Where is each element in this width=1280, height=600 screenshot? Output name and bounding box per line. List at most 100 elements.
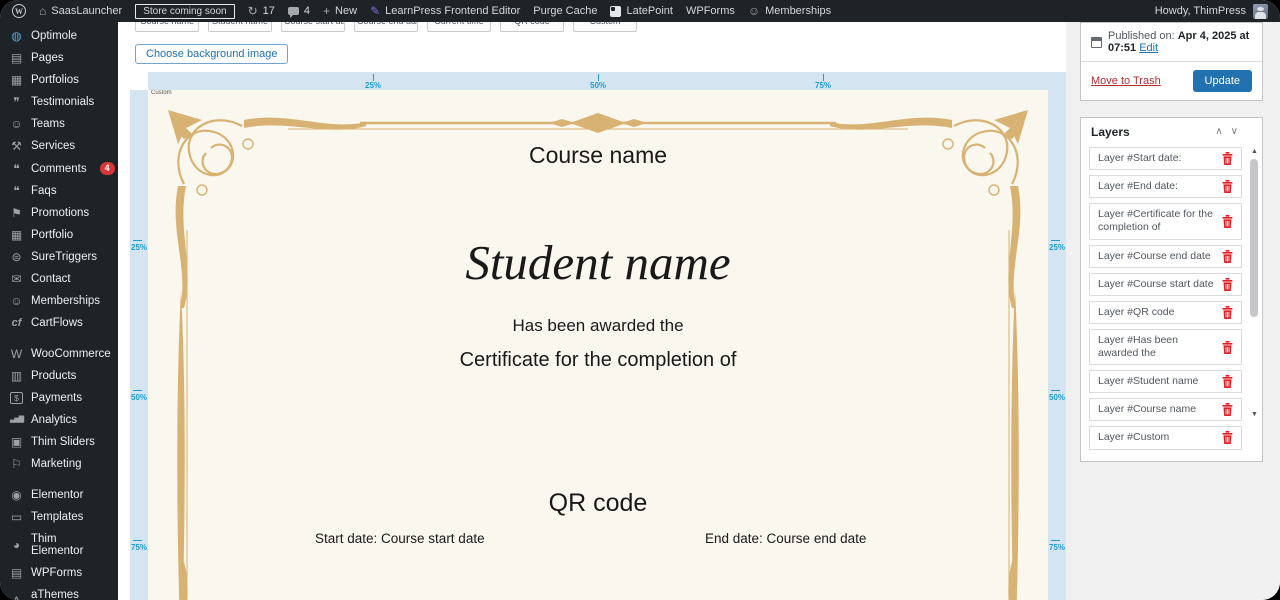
sidebar-item[interactable]: ▦ Portfolio <box>0 224 118 246</box>
sidebar-item-icon: ☺ <box>10 295 23 307</box>
ruler-label-25: 25% <box>365 81 381 90</box>
sidebar-item-label: Payments <box>31 392 82 404</box>
sidebar-item[interactable]: ▦ Portfolios <box>0 69 118 91</box>
scroll-up-arrow-icon[interactable]: ▲ <box>1249 148 1260 155</box>
scroll-down-arrow-icon[interactable]: ▼ <box>1249 411 1260 418</box>
site-name: SaasLauncher <box>51 5 122 17</box>
sidebar-item[interactable]: A aThemes Addons <box>0 584 118 600</box>
layer-row-label: Layer #End date: <box>1098 180 1216 193</box>
delete-layer-icon[interactable] <box>1222 431 1233 444</box>
sidebar-item[interactable]: ▃▅▇ Analytics <box>0 409 118 431</box>
comments-link[interactable]: 4 <box>288 5 310 17</box>
sidebar-item-icon: ⚒ <box>10 140 23 152</box>
layer-row[interactable]: Layer #Course name <box>1089 398 1242 421</box>
sidebar-item[interactable]: ◍ Optimole <box>0 25 118 47</box>
layers-scrollbar[interactable]: ▲ ▼ <box>1249 148 1260 418</box>
sidebar-item-icon: ⊜ <box>10 251 23 263</box>
sidebar-item[interactable]: ⚑ Promotions <box>0 202 118 224</box>
site-name-link[interactable]: ⌂ SaasLauncher <box>39 5 122 17</box>
sidebar-item[interactable]: ❝ Comments 4 <box>0 157 118 180</box>
layer-row[interactable]: Layer #Custom <box>1089 426 1242 449</box>
delete-layer-icon[interactable] <box>1222 306 1233 319</box>
sidebar-item[interactable]: ▤ WPForms <box>0 562 118 584</box>
sidebar-item[interactable]: ⚒ Services <box>0 135 118 157</box>
update-button[interactable]: Update <box>1193 70 1252 92</box>
layer-row-label: Layer #Custom <box>1098 431 1216 444</box>
sidebar-item[interactable]: W WooCommerce <box>0 343 118 365</box>
delete-layer-icon[interactable] <box>1222 375 1233 388</box>
wp-admin-bar: W ⌂ SaasLauncher Store coming soon ↻ 17 … <box>0 0 1280 22</box>
move-down-icon[interactable]: ∨ <box>1231 127 1238 137</box>
sidebar-item[interactable]: ▭ Templates <box>0 506 118 528</box>
layer-custom[interactable]: Custom <box>151 90 172 96</box>
delete-layer-icon[interactable] <box>1222 278 1233 291</box>
layers-metabox: Layers ∧ ∨ Layer #Start date: <box>1080 117 1263 462</box>
layer-row[interactable]: Layer #Start date: <box>1089 147 1242 170</box>
sidebar-item[interactable]: ◕ Thim Elementor <box>0 528 118 562</box>
memberships-link[interactable]: ☺ Memberships <box>748 5 831 17</box>
scrollbar-thumb[interactable] <box>1250 159 1258 317</box>
howdy-account-menu[interactable]: Howdy, ThimPress <box>1155 5 1246 17</box>
move-up-icon[interactable]: ∧ <box>1215 127 1222 137</box>
layer-student-name[interactable]: Student name <box>148 234 1048 291</box>
updates-icon: ↻ <box>248 5 258 17</box>
sidebar-item[interactable]: $ Payments <box>0 387 118 409</box>
sidebar-item-label: Marketing <box>31 458 82 470</box>
certificate-canvas[interactable]: Custom Course name Student name Has been… <box>148 90 1048 600</box>
layer-awarded-text[interactable]: Has been awarded the <box>148 316 1048 336</box>
layer-row[interactable]: Layer #Has been awarded the <box>1089 329 1242 365</box>
purge-cache-link[interactable]: Purge Cache <box>533 5 597 17</box>
wpforms-link[interactable]: WPForms <box>686 5 735 17</box>
layer-row[interactable]: Layer #QR code <box>1089 301 1242 324</box>
layer-row[interactable]: Layer #Course end date <box>1089 245 1242 268</box>
sidebar-item[interactable]: ▤ Pages <box>0 47 118 69</box>
ruler-corner <box>130 72 148 90</box>
layer-course-name[interactable]: Course name <box>148 142 1048 169</box>
latepoint-label: LatePoint <box>626 5 672 17</box>
delete-layer-icon[interactable] <box>1222 250 1233 263</box>
sidebar-item[interactable]: ▥ Products <box>0 365 118 387</box>
delete-layer-icon[interactable] <box>1222 180 1233 193</box>
sidebar-item[interactable]: ✉ Contact <box>0 268 118 290</box>
layer-row[interactable]: Layer #End date: <box>1089 175 1242 198</box>
layer-row[interactable]: Layer #Course start date <box>1089 273 1242 296</box>
layer-start-date[interactable]: Start date: Course start date <box>315 531 485 546</box>
move-to-trash-link[interactable]: Move to Trash <box>1091 75 1161 87</box>
delete-layer-icon[interactable] <box>1222 403 1233 416</box>
user-avatar[interactable] <box>1253 4 1268 19</box>
layer-row[interactable]: Layer #Certificate for the completion of <box>1089 203 1242 239</box>
layer-row-label: Layer #Course name <box>1098 403 1216 416</box>
sidebar-item-label: Services <box>31 140 75 152</box>
sidebar-item[interactable]: ◉ Elementor <box>0 484 118 506</box>
ruler-label-50: 50% <box>590 81 606 90</box>
wp-logo-menu[interactable]: W <box>12 4 26 18</box>
choose-background-button[interactable]: Choose background image <box>135 44 288 64</box>
delete-layer-icon[interactable] <box>1222 152 1233 165</box>
latepoint-link[interactable]: LatePoint <box>610 5 672 17</box>
updates-link[interactable]: ↻ 17 <box>248 5 275 17</box>
sidebar-item[interactable]: ☺ Memberships <box>0 290 118 312</box>
sidebar-item[interactable]: ☺ Teams <box>0 113 118 135</box>
sidebar-item[interactable]: ❝ Faqs <box>0 180 118 202</box>
layer-end-date[interactable]: End date: Course end date <box>705 531 866 546</box>
ruler-tick <box>133 240 142 241</box>
delete-layer-icon[interactable] <box>1222 341 1233 354</box>
learnpress-frontend-editor-link[interactable]: ✎ LearnPress Frontend Editor <box>370 4 520 18</box>
layer-row-label: Layer #Has been awarded the <box>1098 334 1216 360</box>
updates-count: 17 <box>263 5 275 17</box>
latepoint-icon <box>610 6 621 17</box>
edit-date-link[interactable]: Edit <box>1139 42 1158 54</box>
coming-soon-badge[interactable]: Store coming soon <box>135 4 234 19</box>
layer-completion-text[interactable]: Certificate for the completion of <box>148 349 1048 372</box>
sidebar-item[interactable]: ▣ Thim Sliders <box>0 431 118 453</box>
layer-qr-code[interactable]: QR code <box>148 489 1048 518</box>
sidebar-item[interactable]: ❞ Testimonials <box>0 91 118 113</box>
sidebar-item[interactable]: ⊜ SureTriggers <box>0 246 118 268</box>
layer-row[interactable]: Layer #Student name <box>1089 370 1242 393</box>
new-content-menu[interactable]: + New <box>323 5 357 17</box>
sidebar-item[interactable]: ⚐ Marketing <box>0 453 118 475</box>
sidebar-item[interactable]: cf CartFlows <box>0 312 118 334</box>
sidebar-item-icon: ◍ <box>10 30 23 42</box>
delete-layer-icon[interactable] <box>1222 215 1233 228</box>
sidebar-item-icon: ❞ <box>10 96 23 108</box>
